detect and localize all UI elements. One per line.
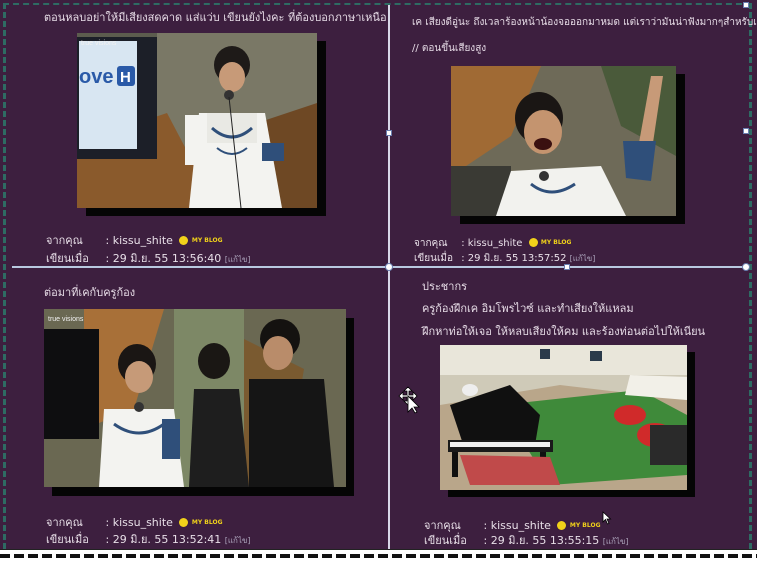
resize-handle[interactable] [385,263,393,271]
smiley-icon [179,236,189,245]
date-text: : 29 มิ.ย. 55 13:52:41 [105,533,222,546]
post-text: ต่อมาที่เคกับครูก้อง [44,286,136,299]
svg-text:H: H [120,69,131,86]
post-date: เขียนเมื่อ : 29 มิ.ย. 55 13:52:41 [แก้ไข… [46,530,251,548]
resize-handle[interactable] [386,130,392,136]
post-text: ฝึกหาท่อให้เจอ ให้หลบเสียงให้คม และร้องท… [422,325,706,338]
post-text: เค เสียงดีอู่นะ ถึงเวลาร้องหน้าน้องจอออก… [412,17,757,28]
date-text: : 29 มิ.ย. 55 13:57:52 [461,253,567,264]
username-link[interactable]: : kissu_shite [106,234,173,247]
post-text: ประชากร [422,280,468,293]
post-author: จากคุณ : kissu_shite MY BLOG [414,236,571,251]
date-text: : 29 มิ.ย. 55 13:56:40 [105,252,222,265]
myblog-link[interactable]: MY BLOG [570,523,601,529]
written-label: เขียนเมื่อ [414,253,453,264]
vertical-divider [388,5,390,549]
post-date: เขียนเมื่อ : 29 มิ.ย. 55 13:56:40 [แก้ไข… [46,249,251,267]
resize-handle[interactable] [743,128,749,134]
edit-link[interactable]: [แก้ไข] [225,536,251,545]
smiley-icon [557,521,567,530]
post-text: ตอนหลบอย่าให้มีเสียงสดคาด แส่แว่บ เขียนย… [44,11,387,24]
post-text: // ตอนขึ้นเสียงสูง [412,43,487,54]
from-label: จากคุณ [414,238,448,249]
from-label: จากคุณ [46,516,83,529]
post-date: เขียนเมื่อ : 29 มิ.ย. 55 13:57:52 [แก้ไข… [414,251,595,266]
username-link[interactable]: : kissu_shite [106,516,173,529]
myblog-link[interactable]: MY BLOG [541,240,572,246]
resize-handle[interactable] [743,2,749,8]
myblog-link[interactable]: MY BLOG [192,520,223,526]
resize-handle[interactable] [742,263,750,271]
singer-photo: ove H true visions [77,33,317,208]
room-photo [440,345,687,490]
ad-text: ove [79,66,113,88]
myblog-link[interactable]: MY BLOG [192,238,223,244]
edit-link[interactable]: [แก้ไข] [603,537,629,546]
brand-text: true visions [48,316,84,323]
post-author: จากคุณ : kissu_shite MY BLOG [46,231,223,249]
written-label: เขียนเมื่อ [46,533,89,546]
edit-link[interactable]: [แก้ไข] [570,254,596,263]
smiley-icon [179,518,189,527]
smiley-icon [528,238,538,247]
singer-photo: true visions [44,309,346,487]
written-label: เขียนเมื่อ [46,252,89,265]
username-link[interactable]: : kissu_shite [461,238,522,249]
bottom-scroll-bar[interactable] [0,549,757,564]
pointer-cursor-icon [602,511,612,525]
date-text: : 29 มิ.ย. 55 13:55:15 [483,534,600,547]
edit-link[interactable]: [แก้ไข] [225,255,251,264]
post-author: จากคุณ : kissu_shite MY BLOG [46,513,223,531]
move-cursor-icon [398,386,420,414]
svg-text:true visions: true visions [81,40,117,47]
from-label: จากคุณ [46,234,83,247]
singer-photo [451,66,676,216]
post-date: เขียนเมื่อ : 29 มิ.ย. 55 13:55:15 [แก้ไข… [424,531,629,549]
post-text: ครูก้องฝึกเค อิมโพรไวซ์ และทำเสียงให้แหล… [422,302,634,315]
written-label: เขียนเมื่อ [424,534,467,547]
